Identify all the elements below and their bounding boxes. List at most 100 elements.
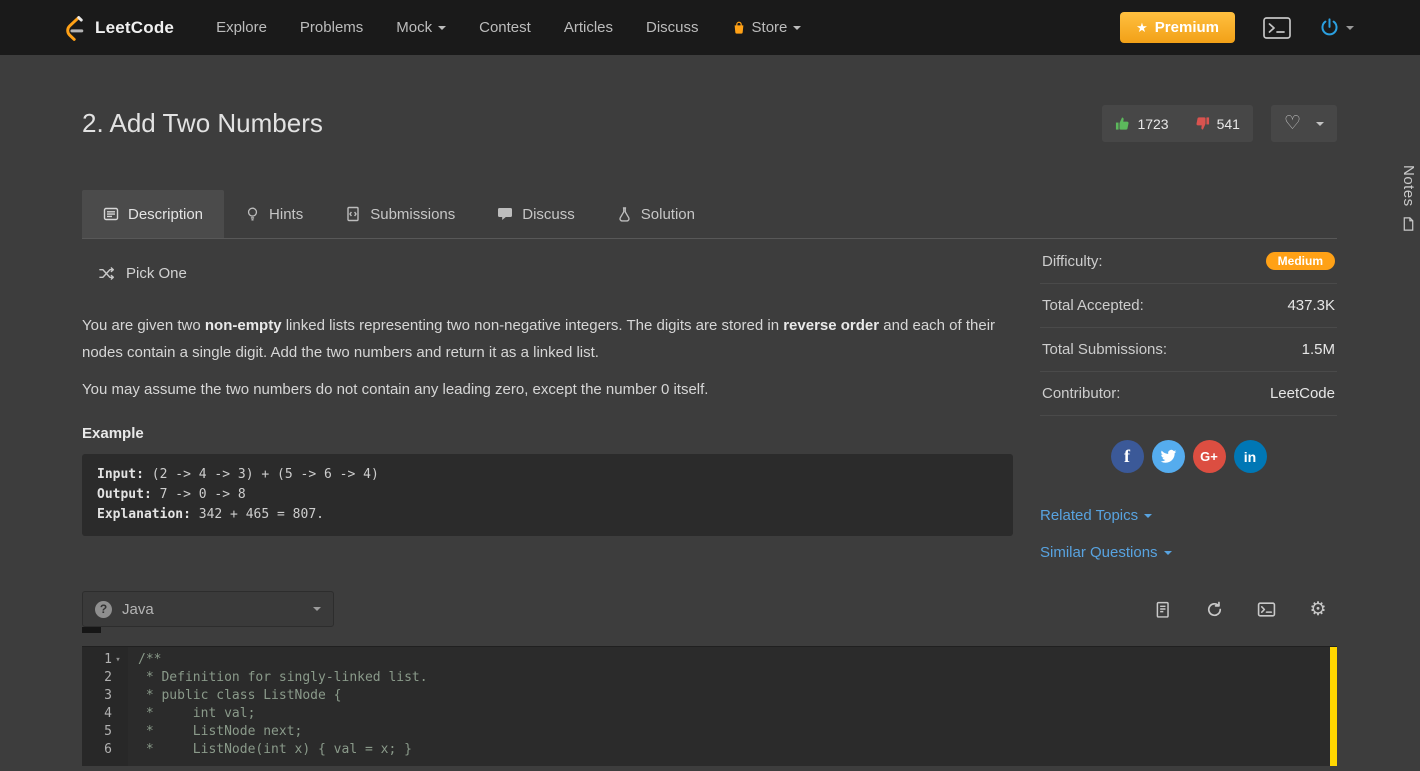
brand-name: LeetCode bbox=[95, 18, 174, 38]
navbar: LeetCode Explore Problems Mock Contest A… bbox=[0, 0, 1420, 55]
playground-terminal-button[interactable] bbox=[1262, 15, 1292, 41]
code-line: * ListNode next; bbox=[138, 723, 1337, 741]
similar-questions-toggle[interactable]: Similar Questions bbox=[1040, 544, 1337, 561]
tab-bar: Description Hints Submissions Discuss bbox=[82, 190, 1337, 239]
page-title: 2. Add Two Numbers bbox=[82, 108, 323, 139]
tab-solution[interactable]: Solution bbox=[596, 190, 716, 238]
navbar-actions: ★ Premium bbox=[1120, 12, 1354, 43]
chevron-down-icon bbox=[438, 26, 446, 30]
tab-discuss[interactable]: Discuss bbox=[476, 190, 596, 238]
nav-articles[interactable]: Articles bbox=[564, 19, 613, 36]
star-icon: ★ bbox=[1136, 21, 1148, 34]
chevron-down-icon bbox=[313, 607, 321, 611]
language-select[interactable]: ? Java bbox=[82, 591, 334, 627]
code-fold-icon[interactable]: ▾ bbox=[112, 651, 124, 669]
stat-contributor: Contributor: LeetCode bbox=[1040, 372, 1337, 416]
gutter-line: 4 bbox=[82, 705, 124, 723]
nav-mock[interactable]: Mock bbox=[396, 19, 446, 36]
editor-gutter: 1▾ 2 3 4 5 6 bbox=[82, 647, 128, 766]
reset-code-button[interactable] bbox=[1195, 593, 1233, 625]
nav-store[interactable]: Store bbox=[732, 19, 802, 36]
store-bag-icon bbox=[732, 20, 746, 35]
twitter-icon[interactable] bbox=[1152, 440, 1185, 473]
pick-one-button[interactable]: Pick One bbox=[98, 265, 1013, 282]
stat-total-accepted: Total Accepted: 437.3K bbox=[1040, 284, 1337, 328]
vote-group: 1723 541 bbox=[1102, 105, 1253, 142]
chevron-down-icon bbox=[1144, 514, 1152, 518]
editor-settings-button[interactable]: ⚙ bbox=[1299, 593, 1337, 625]
leetcode-logo[interactable]: LeetCode bbox=[60, 14, 174, 41]
description-panel: Pick One You are given two non-empty lin… bbox=[82, 239, 1013, 536]
main-content: 2. Add Two Numbers 1723 bbox=[0, 105, 1420, 766]
code-editor[interactable]: 1▾ 2 3 4 5 6 /** * Definition for singly… bbox=[82, 646, 1337, 766]
stat-total-submissions: Total Submissions: 1.5M bbox=[1040, 328, 1337, 372]
solution-flask-icon bbox=[617, 206, 632, 222]
linkedin-icon[interactable]: in bbox=[1234, 440, 1267, 473]
title-actions: 1723 541 ♡ bbox=[1102, 105, 1337, 142]
title-row: 2. Add Two Numbers 1723 bbox=[82, 105, 1337, 142]
terminal-icon bbox=[1257, 601, 1276, 618]
code-line: /** bbox=[138, 651, 1337, 669]
notes-panel-toggle[interactable]: Notes bbox=[1400, 165, 1417, 232]
problem-paragraph-1: You are given two non-empty linked lists… bbox=[82, 312, 1013, 366]
refresh-icon bbox=[1206, 601, 1223, 618]
code-line: * Definition for singly-linked list. bbox=[138, 669, 1337, 687]
stat-difficulty: Difficulty: Medium bbox=[1040, 239, 1337, 284]
terminal-icon bbox=[1262, 15, 1292, 41]
content-columns: Pick One You are given two non-empty lin… bbox=[82, 239, 1337, 561]
editor-toolbar-icons: ⚙ bbox=[1143, 593, 1337, 625]
account-power-button[interactable] bbox=[1319, 17, 1354, 38]
example-input-line: Input: (2 -> 4 -> 3) + (5 -> 6 -> 4) bbox=[97, 465, 998, 485]
facebook-icon[interactable]: f bbox=[1111, 440, 1144, 473]
googleplus-icon[interactable]: G+ bbox=[1193, 440, 1226, 473]
thumbs-up-icon bbox=[1115, 116, 1130, 131]
gutter-line: 6 bbox=[82, 741, 124, 759]
tab-description[interactable]: Description bbox=[82, 190, 224, 238]
console-button[interactable] bbox=[1247, 593, 1285, 625]
nav-contest[interactable]: Contest bbox=[479, 19, 531, 36]
submissions-icon bbox=[345, 206, 361, 222]
copy-code-button[interactable] bbox=[1143, 593, 1181, 625]
premium-button[interactable]: ★ Premium bbox=[1120, 12, 1235, 43]
downvote-count: 541 bbox=[1217, 116, 1240, 132]
upvote-count: 1723 bbox=[1137, 116, 1168, 132]
shuffle-icon bbox=[98, 265, 116, 282]
downvote-button[interactable]: 541 bbox=[1182, 116, 1253, 132]
note-doc-icon bbox=[1401, 216, 1416, 232]
chevron-down-icon bbox=[1346, 26, 1354, 30]
code-line: * int val; bbox=[138, 705, 1337, 723]
description-icon bbox=[103, 206, 119, 222]
settings-gear-icon: ⚙ bbox=[1309, 600, 1326, 619]
example-heading: Example bbox=[82, 425, 1013, 442]
code-doc-icon bbox=[1154, 601, 1171, 618]
nav-problems[interactable]: Problems bbox=[300, 19, 363, 36]
upvote-button[interactable]: 1723 bbox=[1102, 116, 1181, 132]
gutter-line: 3 bbox=[82, 687, 124, 705]
leetcode-logo-icon bbox=[60, 14, 87, 41]
problem-sidebar: Difficulty: Medium Total Accepted: 437.3… bbox=[1040, 239, 1337, 561]
thumbs-down-icon bbox=[1195, 116, 1210, 131]
favorite-button[interactable]: ♡ bbox=[1271, 105, 1337, 142]
hint-bulb-icon bbox=[245, 206, 260, 222]
gutter-line: 2 bbox=[82, 669, 124, 687]
difficulty-badge[interactable]: Medium bbox=[1266, 252, 1335, 270]
chevron-down-icon bbox=[793, 26, 801, 30]
editor-toolbar: ? Java bbox=[82, 591, 1337, 627]
code-line: * ListNode(int x) { val = x; } bbox=[138, 741, 1337, 759]
editor-code-area[interactable]: /** * Definition for singly-linked list.… bbox=[128, 647, 1337, 766]
editor-scrollbar[interactable] bbox=[1330, 647, 1337, 766]
code-line: * public class ListNode { bbox=[138, 687, 1337, 705]
chevron-down-icon bbox=[1316, 122, 1324, 126]
gutter-line: 1▾ bbox=[82, 651, 124, 669]
language-select-notch bbox=[82, 627, 101, 633]
heart-icon: ♡ bbox=[1284, 114, 1301, 133]
example-output-line: Output: 7 -> 0 -> 8 bbox=[97, 485, 998, 505]
nav-discuss[interactable]: Discuss bbox=[646, 19, 699, 36]
tab-submissions[interactable]: Submissions bbox=[324, 190, 476, 238]
related-topics-toggle[interactable]: Related Topics bbox=[1040, 507, 1337, 524]
example-code-block: Input: (2 -> 4 -> 3) + (5 -> 6 -> 4) Out… bbox=[82, 454, 1013, 536]
nav-explore[interactable]: Explore bbox=[216, 19, 267, 36]
example-explanation-line: Explanation: 342 + 465 = 807. bbox=[97, 505, 998, 525]
tab-hints[interactable]: Hints bbox=[224, 190, 324, 238]
chevron-down-icon bbox=[1164, 551, 1172, 555]
